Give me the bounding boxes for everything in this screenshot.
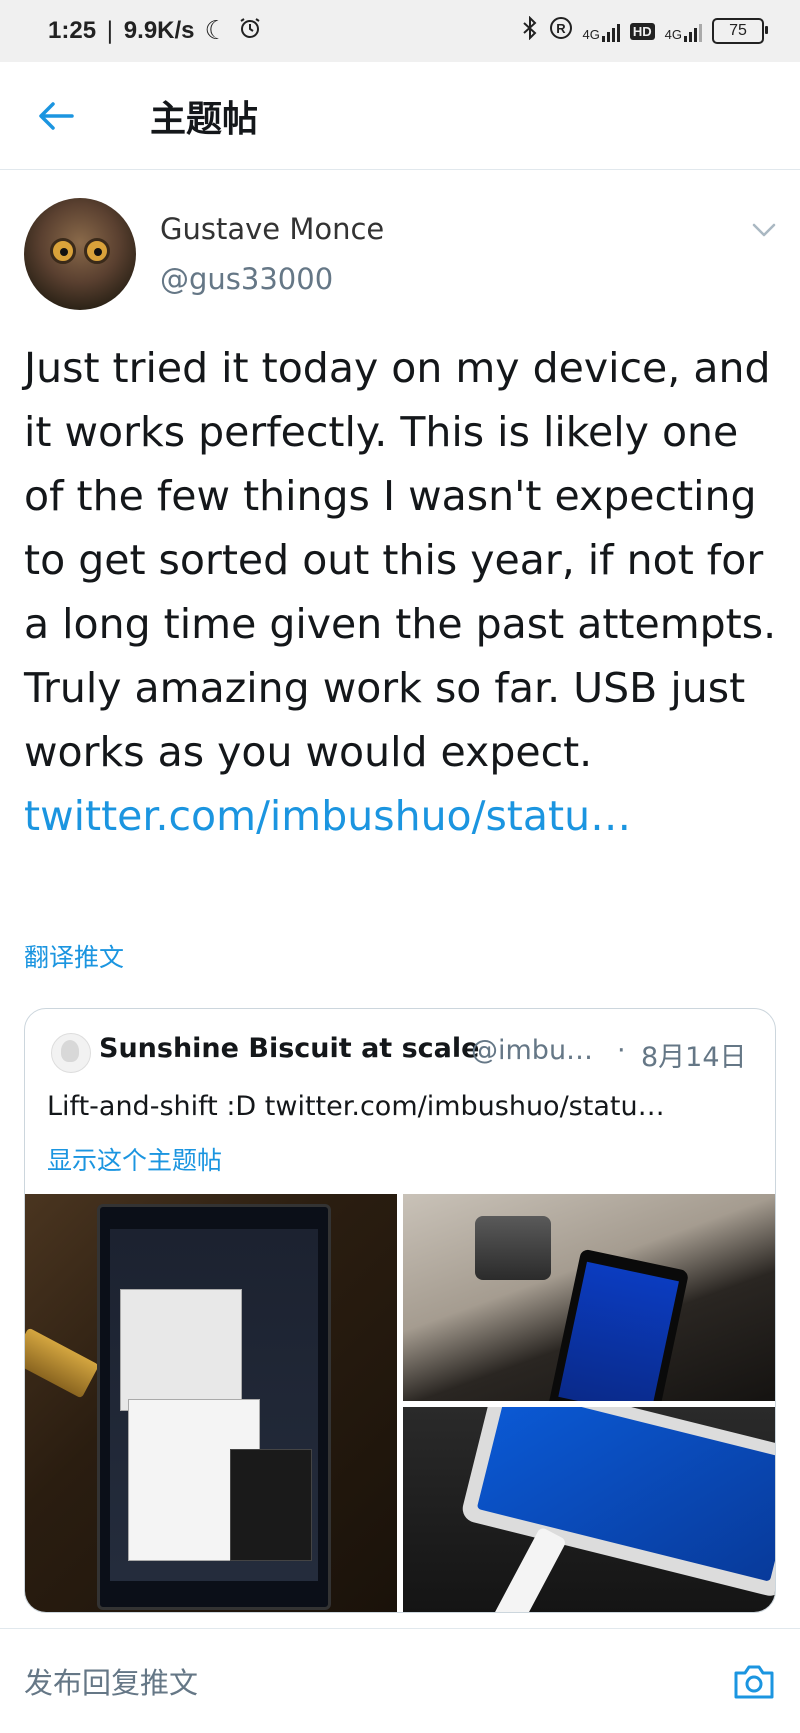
usb-drive-shape xyxy=(25,1327,100,1399)
status-network-speed: 9.9K/s xyxy=(123,17,195,44)
chevron-down-icon[interactable] xyxy=(748,218,780,242)
quoted-author-name: Sunshine Biscuit at scale xyxy=(99,1033,480,1064)
author-handle[interactable]: @gus33000 xyxy=(160,262,333,296)
avatar-owl-eye-right xyxy=(84,238,110,264)
quoted-tweet-text: Lift-and-shift :D twitter.com/imbushuo/s… xyxy=(47,1091,665,1122)
quoted-author-avatar xyxy=(51,1033,91,1073)
signal-icon-2: 4G xyxy=(665,20,702,42)
author-name[interactable]: Gustave Monce xyxy=(160,212,384,246)
quoted-author-handle: @imbu… xyxy=(471,1035,594,1066)
show-thread-link[interactable]: 显示这个主题帖 xyxy=(47,1141,222,1177)
dock-shape xyxy=(475,1216,551,1280)
status-time: 1:25 xyxy=(48,17,97,44)
reply-bar: 发布回复推文 xyxy=(0,1628,800,1733)
translate-tweet-link[interactable]: 翻译推文 xyxy=(24,938,124,974)
tweet-body: Just tried it today on my device, and it… xyxy=(24,344,777,776)
status-bar-right: R 4G HD 4G 75 xyxy=(521,15,768,46)
camera-icon[interactable] xyxy=(732,1661,776,1701)
signal-icon-1: 4G xyxy=(583,20,620,42)
tweet-text: Just tried it today on my device, and it… xyxy=(24,336,784,848)
hd-voice-icon: HD xyxy=(629,22,655,40)
registered-icon: R xyxy=(549,16,573,46)
quoted-separator: · xyxy=(617,1035,626,1066)
media-grid xyxy=(25,1194,775,1612)
status-bar-left: 1:25 | 9.9K/s ☾ xyxy=(48,16,262,46)
media-image-2[interactable] xyxy=(403,1194,775,1401)
reply-input[interactable]: 发布回复推文 xyxy=(24,1660,198,1702)
page-title: 主题帖 xyxy=(150,98,259,140)
moon-icon: ☾ xyxy=(204,16,228,46)
battery-level: 75 xyxy=(729,22,747,39)
quoted-tweet-card[interactable]: Sunshine Biscuit at scale @imbu… · 8月14日… xyxy=(24,1008,776,1613)
battery-icon: 75 xyxy=(712,18,768,44)
phone-shape-3 xyxy=(459,1407,775,1599)
usb-c-cable-shape xyxy=(488,1526,568,1612)
window-shape-1 xyxy=(120,1289,242,1411)
console-shape xyxy=(230,1449,312,1561)
arrow-left-icon xyxy=(39,101,74,130)
status-bar: 1:25 | 9.9K/s ☾ R 4G HD 4G 75 xyxy=(0,0,800,62)
media-image-3[interactable] xyxy=(403,1407,775,1612)
app-header: 主题帖 xyxy=(0,62,800,170)
phone-screen-shape xyxy=(110,1229,318,1581)
media-image-1[interactable] xyxy=(25,1194,397,1612)
author-avatar[interactable] xyxy=(24,198,136,310)
back-button[interactable] xyxy=(26,86,86,146)
quoted-date: 8月14日 xyxy=(641,1042,747,1073)
bluetooth-icon xyxy=(521,15,539,46)
svg-text:R: R xyxy=(556,21,566,36)
avatar-owl-eye-left xyxy=(50,238,76,264)
network-type-label-1: 4G xyxy=(582,27,600,42)
network-type-label-2: 4G xyxy=(664,27,682,42)
phone-shape xyxy=(97,1204,331,1610)
alarm-icon xyxy=(238,16,262,46)
status-separator: | xyxy=(106,18,114,44)
phone-shape-2 xyxy=(546,1248,690,1401)
tweet-link[interactable]: twitter.com/imbushuo/statu… xyxy=(24,792,631,840)
